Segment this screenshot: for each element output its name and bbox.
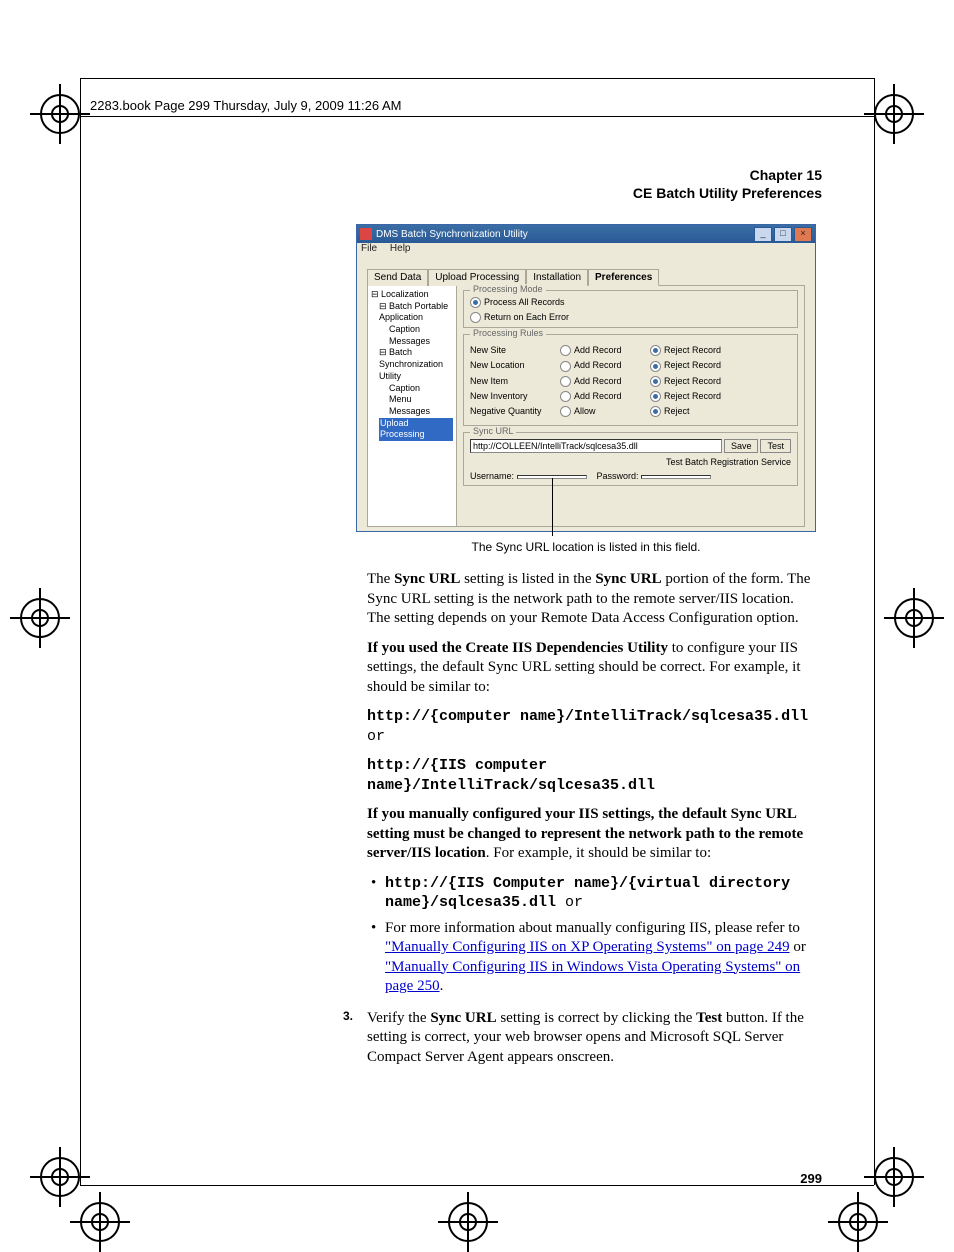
chapter-title: CE Batch Utility Preferences — [633, 184, 822, 202]
crop-line — [80, 1185, 874, 1186]
tree-caption[interactable]: Caption — [371, 383, 453, 395]
radio-reject-record[interactable] — [650, 391, 661, 402]
callout-line — [552, 478, 553, 536]
tree-caption[interactable]: Caption — [371, 324, 453, 336]
registration-mark — [828, 1192, 888, 1252]
radio-label: Process All Records — [484, 297, 565, 307]
processing-mode-group: Processing Mode Process All Records Retu… — [463, 290, 798, 328]
step-number: 3. — [343, 1009, 353, 1025]
window-titlebar: DMS Batch Synchronization Utility _ □ × — [357, 225, 815, 243]
rule-label: New Inventory — [470, 391, 560, 402]
radio-reject-record[interactable] — [650, 361, 661, 372]
paragraph: If you manually configured your IIS sett… — [367, 805, 818, 864]
bullet-icon: • — [371, 919, 376, 939]
chapter-number: Chapter 15 — [633, 166, 822, 184]
app-screenshot: DMS Batch Synchronization Utility _ □ × … — [356, 224, 816, 532]
step-item: 3. Verify the Sync URL setting is correc… — [367, 1009, 818, 1068]
save-button[interactable]: Save — [724, 439, 759, 453]
test-button[interactable]: Test — [760, 439, 791, 453]
tree-batch-portable-app[interactable]: ⊟ Batch Portable Application — [371, 301, 453, 324]
bullet-icon: • — [371, 874, 376, 894]
test-service-label: Test Batch Registration Service — [666, 457, 791, 467]
radio-label: Return on Each Error — [484, 312, 569, 322]
rule-label: New Site — [470, 345, 560, 356]
tree-menu[interactable]: Menu — [371, 394, 453, 406]
tree-batch-sync-utility[interactable]: ⊟ Batch Synchronization Utility — [371, 347, 453, 382]
registration-mark — [70, 1192, 130, 1252]
radio-add-record[interactable] — [560, 361, 571, 372]
preferences-right-pane: Processing Mode Process All Records Retu… — [457, 286, 804, 526]
crop-line — [80, 78, 81, 1185]
username-label: Username: — [470, 471, 514, 481]
registration-mark — [438, 1192, 498, 1252]
tree-messages[interactable]: Messages — [371, 336, 453, 348]
password-input[interactable] — [641, 475, 711, 479]
page-number: 299 — [800, 1171, 822, 1186]
group-legend: Sync URL — [470, 426, 517, 436]
paragraph: The Sync URL setting is listed in the Sy… — [367, 570, 818, 629]
body-text: The Sync URL setting is listed in the Sy… — [367, 570, 818, 1077]
tabstrip: Send Data Upload Processing Installation… — [367, 268, 805, 286]
crop-line — [80, 78, 874, 79]
tree-messages[interactable]: Messages — [371, 406, 453, 418]
figure-caption: The Sync URL location is listed in this … — [356, 540, 816, 554]
registration-mark — [30, 84, 90, 144]
sync-url-input[interactable]: http://COLLEEN/IntelliTrack/sqlcesa35.dl… — [470, 439, 722, 453]
maximize-button[interactable]: □ — [774, 227, 792, 242]
link-xp-iis[interactable]: "Manually Configuring IIS on XP Operatin… — [385, 939, 790, 955]
registration-mark — [864, 84, 924, 144]
minimize-button[interactable]: _ — [754, 227, 772, 242]
bullet-item: •http://{IIS Computer name}/{virtual dir… — [367, 874, 818, 913]
radio-reject-record[interactable] — [650, 345, 661, 356]
paragraph: If you used the Create IIS Dependencies … — [367, 639, 818, 698]
group-legend: Processing Mode — [470, 284, 546, 294]
preferences-tree[interactable]: ⊟ Localization ⊟ Batch Portable Applicat… — [368, 286, 457, 526]
radio-reject-record[interactable] — [650, 376, 661, 387]
rule-label: Negative Quantity — [470, 406, 560, 417]
processing-rules-group: Processing Rules New SiteAdd RecordRejec… — [463, 334, 798, 426]
bullet-item: • For more information about manually co… — [367, 919, 818, 997]
radio-reject[interactable] — [650, 406, 661, 417]
link-vista-iis[interactable]: "Manually Configuring IIS in Windows Vis… — [385, 959, 800, 995]
close-button[interactable]: × — [794, 227, 812, 242]
tab-send-data[interactable]: Send Data — [367, 269, 428, 286]
code-url: http://{IIS computer name}/IntelliTrack/… — [367, 756, 818, 795]
app-icon — [360, 228, 372, 240]
radio-return-on-error[interactable] — [470, 312, 481, 323]
radio-add-record[interactable] — [560, 376, 571, 387]
radio-allow[interactable] — [560, 406, 571, 417]
chapter-header: Chapter 15 CE Batch Utility Preferences — [633, 166, 822, 202]
header-rule — [80, 116, 874, 117]
registration-mark — [10, 588, 70, 648]
tree-localization[interactable]: ⊟ Localization — [371, 289, 453, 301]
code-url: http://{computer name}/IntelliTrack/sqlc… — [367, 707, 818, 746]
registration-mark — [884, 588, 944, 648]
menu-help[interactable]: Help — [390, 243, 411, 254]
radio-add-record[interactable] — [560, 391, 571, 402]
sync-url-group: Sync URL http://COLLEEN/IntelliTrack/sql… — [463, 432, 798, 486]
menu-file[interactable]: File — [361, 243, 377, 254]
tree-upload-processing[interactable]: Upload Processing — [371, 418, 453, 441]
rule-label: New Item — [470, 376, 560, 387]
menubar: File Help — [357, 243, 815, 258]
window-title: DMS Batch Synchronization Utility — [376, 229, 528, 240]
running-header: 2283.book Page 299 Thursday, July 9, 200… — [90, 98, 402, 113]
preferences-pane: ⊟ Localization ⊟ Batch Portable Applicat… — [367, 286, 805, 527]
radio-add-record[interactable] — [560, 345, 571, 356]
tab-preferences[interactable]: Preferences — [588, 269, 659, 286]
radio-process-all[interactable] — [470, 297, 481, 308]
group-legend: Processing Rules — [470, 328, 546, 338]
password-label: Password: — [597, 471, 639, 481]
crop-line — [874, 78, 875, 1185]
rule-label: New Location — [470, 360, 560, 371]
